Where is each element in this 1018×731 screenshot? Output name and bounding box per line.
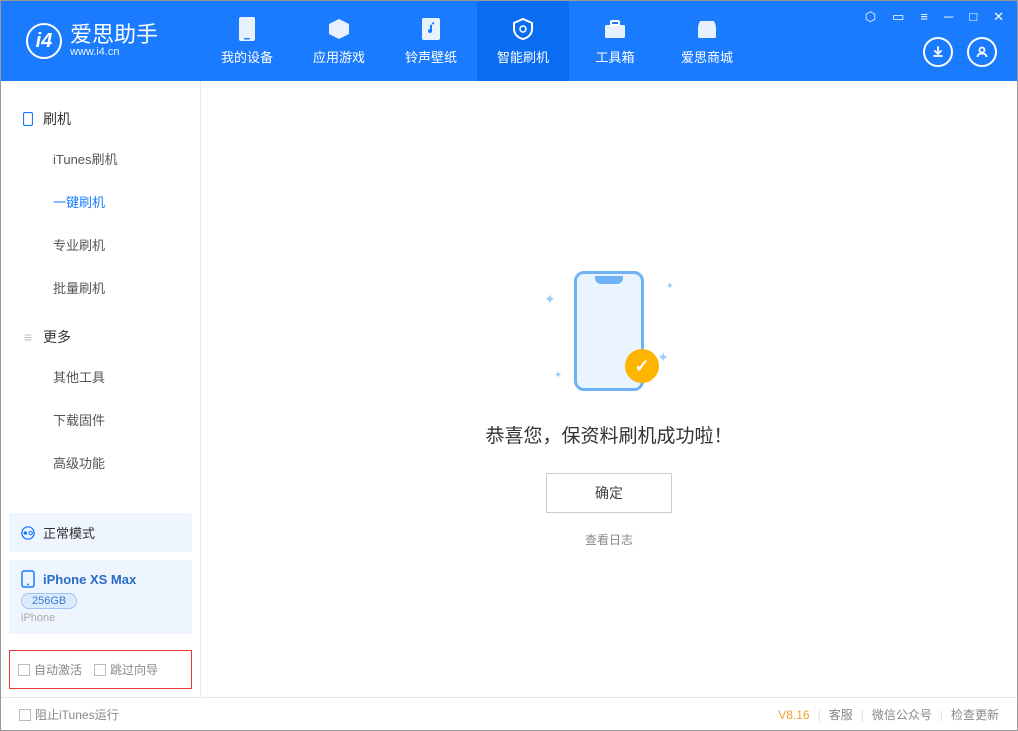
tab-label: 应用游戏 bbox=[313, 47, 365, 66]
footer-link-support[interactable]: 客服 bbox=[829, 706, 853, 723]
download-icon[interactable] bbox=[923, 37, 953, 67]
cube-icon bbox=[326, 16, 352, 42]
note-icon[interactable]: ▭ bbox=[889, 7, 907, 27]
checkbox-block-itunes[interactable]: 阻止iTunes运行 bbox=[19, 706, 119, 723]
footer-link-update[interactable]: 检查更新 bbox=[951, 706, 999, 723]
tab-toolbox[interactable]: 工具箱 bbox=[569, 1, 661, 81]
device-name: iPhone XS Max bbox=[43, 572, 136, 587]
window-controls: ⬡ ▭ ≡ ─ □ ✕ bbox=[862, 7, 1007, 27]
device-capacity: 256GB bbox=[21, 593, 77, 609]
tab-my-device[interactable]: 我的设备 bbox=[201, 1, 293, 81]
tab-label: 铃声壁纸 bbox=[405, 47, 457, 66]
header-bar: i4 爱思助手 www.i4.cn 我的设备 应用游戏 铃声壁纸 智能刷机 工具… bbox=[1, 1, 1017, 81]
shirt-icon[interactable]: ⬡ bbox=[862, 7, 879, 27]
sidebar-section-more: ≡ 更多 bbox=[1, 319, 200, 355]
nav-tabs: 我的设备 应用游戏 铃声壁纸 智能刷机 工具箱 爱思商城 bbox=[201, 1, 753, 81]
menu-icon[interactable]: ≡ bbox=[917, 7, 931, 27]
version-label: V8.16 bbox=[778, 708, 809, 722]
tab-label: 爱思商城 bbox=[681, 47, 733, 66]
checkbox-auto-activate[interactable]: 自动激活 bbox=[18, 661, 82, 678]
checkbox-icon bbox=[94, 664, 106, 676]
mode-icon bbox=[21, 526, 35, 540]
tab-ringtone[interactable]: 铃声壁纸 bbox=[385, 1, 477, 81]
sparkle-icon: ✦ bbox=[666, 281, 674, 292]
sidebar-section-flash: 刷机 bbox=[1, 101, 200, 137]
checkbox-skip-wizard[interactable]: 跳过向导 bbox=[94, 661, 158, 678]
footer-link-wechat[interactable]: 微信公众号 bbox=[872, 706, 932, 723]
logo-block: i4 爱思助手 www.i4.cn bbox=[1, 23, 201, 59]
sidebar-item-pro-flash[interactable]: 专业刷机 bbox=[1, 223, 200, 266]
header-action-icons bbox=[923, 37, 997, 67]
sparkle-icon: ✦ bbox=[657, 349, 669, 366]
check-badge-icon: ✓ bbox=[625, 349, 659, 383]
logo-title: 爱思助手 bbox=[70, 24, 158, 46]
footer-bar: 阻止iTunes运行 V8.16 | 客服 | 微信公众号 | 检查更新 bbox=[1, 697, 1017, 731]
success-message: 恭喜您，保资料刷机成功啦！ bbox=[485, 421, 732, 448]
sidebar-item-oneclick-flash[interactable]: 一键刷机 bbox=[1, 180, 200, 223]
list-icon: ≡ bbox=[21, 330, 35, 344]
main-content: ✦ ✦ ✦ ✦ ✓ 恭喜您，保资料刷机成功啦！ 确定 查看日志 bbox=[201, 81, 1017, 697]
options-row: 自动激活 跳过向导 bbox=[9, 650, 192, 689]
view-log-link[interactable]: 查看日志 bbox=[585, 531, 633, 548]
confirm-button[interactable]: 确定 bbox=[546, 473, 672, 513]
sparkle-icon: ✦ bbox=[554, 370, 562, 381]
sidebar-item-advanced[interactable]: 高级功能 bbox=[1, 441, 200, 484]
tab-label: 工具箱 bbox=[595, 47, 634, 66]
logo-icon: i4 bbox=[26, 23, 62, 59]
sidebar: 刷机 iTunes刷机 一键刷机 专业刷机 批量刷机 ≡ 更多 其他工具 下载固… bbox=[1, 81, 201, 697]
success-illustration: ✦ ✦ ✦ ✦ ✓ bbox=[529, 261, 689, 401]
sidebar-item-batch-flash[interactable]: 批量刷机 bbox=[1, 266, 200, 309]
sidebar-item-other-tools[interactable]: 其他工具 bbox=[1, 355, 200, 398]
device-small-icon bbox=[21, 112, 35, 126]
close-icon[interactable]: ✕ bbox=[990, 7, 1007, 27]
minimize-icon[interactable]: ─ bbox=[941, 7, 956, 27]
checkbox-icon bbox=[18, 664, 30, 676]
maximize-icon[interactable]: □ bbox=[966, 7, 980, 27]
checkbox-icon bbox=[19, 709, 31, 721]
tab-flash[interactable]: 智能刷机 bbox=[477, 1, 569, 81]
tab-label: 我的设备 bbox=[221, 47, 273, 66]
device-phone-icon bbox=[21, 570, 35, 588]
sidebar-item-download-firmware[interactable]: 下载固件 bbox=[1, 398, 200, 441]
sidebar-item-itunes-flash[interactable]: iTunes刷机 bbox=[1, 137, 200, 180]
user-icon[interactable] bbox=[967, 37, 997, 67]
music-icon bbox=[418, 16, 444, 42]
logo-subtitle: www.i4.cn bbox=[70, 46, 158, 58]
shop-icon bbox=[694, 16, 720, 42]
device-icon bbox=[234, 16, 260, 42]
tab-shop[interactable]: 爱思商城 bbox=[661, 1, 753, 81]
tab-label: 智能刷机 bbox=[497, 47, 549, 66]
mode-box[interactable]: 正常模式 bbox=[9, 513, 192, 552]
device-type: iPhone bbox=[21, 612, 180, 624]
shield-icon bbox=[510, 16, 536, 42]
tab-apps[interactable]: 应用游戏 bbox=[293, 1, 385, 81]
mode-label: 正常模式 bbox=[43, 523, 95, 542]
device-box[interactable]: iPhone XS Max 256GB iPhone bbox=[9, 560, 192, 634]
sparkle-icon: ✦ bbox=[544, 291, 556, 308]
toolbox-icon bbox=[602, 16, 628, 42]
